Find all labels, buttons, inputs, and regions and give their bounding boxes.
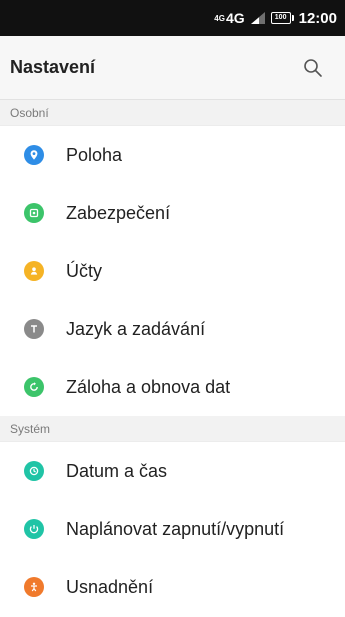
- clock-time: 12:00: [298, 9, 337, 27]
- search-icon: [304, 58, 322, 77]
- network-type: 4G: [225, 10, 245, 26]
- battery-level: 100: [270, 12, 294, 24]
- settings-item-label: Datum a čas: [66, 460, 168, 481]
- signal-icon: [250, 12, 265, 24]
- section-title: Systém: [10, 421, 51, 436]
- network-type-small: 4G: [214, 13, 225, 23]
- section-header-osobni: Osobní: [0, 100, 345, 126]
- battery-icon: 100: [270, 12, 294, 24]
- settings-item-label: Usnadnění: [66, 576, 154, 597]
- search-button[interactable]: [299, 54, 327, 82]
- settings-item-label: Záloha a obnova dat: [66, 376, 231, 397]
- settings-item-label: Zabezpečení: [66, 202, 171, 223]
- settings-item-zaloha[interactable]: Záloha a obnova dat: [0, 358, 345, 416]
- settings-item-zabezpeceni[interactable]: Zabezpečení: [0, 184, 345, 242]
- backup-icon: [24, 377, 44, 397]
- section-title: Osobní: [10, 105, 49, 120]
- settings-item-poloha[interactable]: Poloha: [0, 126, 345, 184]
- accessibility-icon: [24, 577, 44, 597]
- settings-item-label: Poloha: [66, 144, 123, 165]
- settings-item-ucty[interactable]: Účty: [0, 242, 345, 300]
- settings-item-label: Jazyk a zadávání: [66, 318, 206, 339]
- settings-item-label: Naplánovat zapnutí/vypnutí: [66, 518, 285, 539]
- accounts-icon: [24, 261, 44, 281]
- settings-item-usnadneni[interactable]: Usnadnění: [0, 558, 345, 616]
- settings-list: Osobní Poloha Zabezpečení Účty Jazyk a z…: [0, 100, 345, 616]
- network-indicator: 4G 4G: [214, 10, 244, 26]
- app-toolbar: Nastavení: [0, 36, 345, 100]
- security-icon: [24, 203, 44, 223]
- clock-icon: [24, 461, 44, 481]
- page-title: Nastavení: [10, 57, 96, 77]
- settings-item-datum-cas[interactable]: Datum a čas: [0, 442, 345, 500]
- settings-item-label: Účty: [66, 260, 102, 281]
- language-icon: [24, 319, 44, 339]
- status-bar: 4G 4G 100 12:00: [0, 0, 345, 36]
- settings-screen: 4G 4G 100 12:00 Nastavení Osobní Poloha …: [0, 0, 345, 617]
- settings-item-naplanovat[interactable]: Naplánovat zapnutí/vypnutí: [0, 500, 345, 558]
- schedule-power-icon: [24, 519, 44, 539]
- location-icon: [24, 145, 44, 165]
- settings-item-jazyk[interactable]: Jazyk a zadávání: [0, 300, 345, 358]
- section-header-system: Systém: [0, 416, 345, 442]
